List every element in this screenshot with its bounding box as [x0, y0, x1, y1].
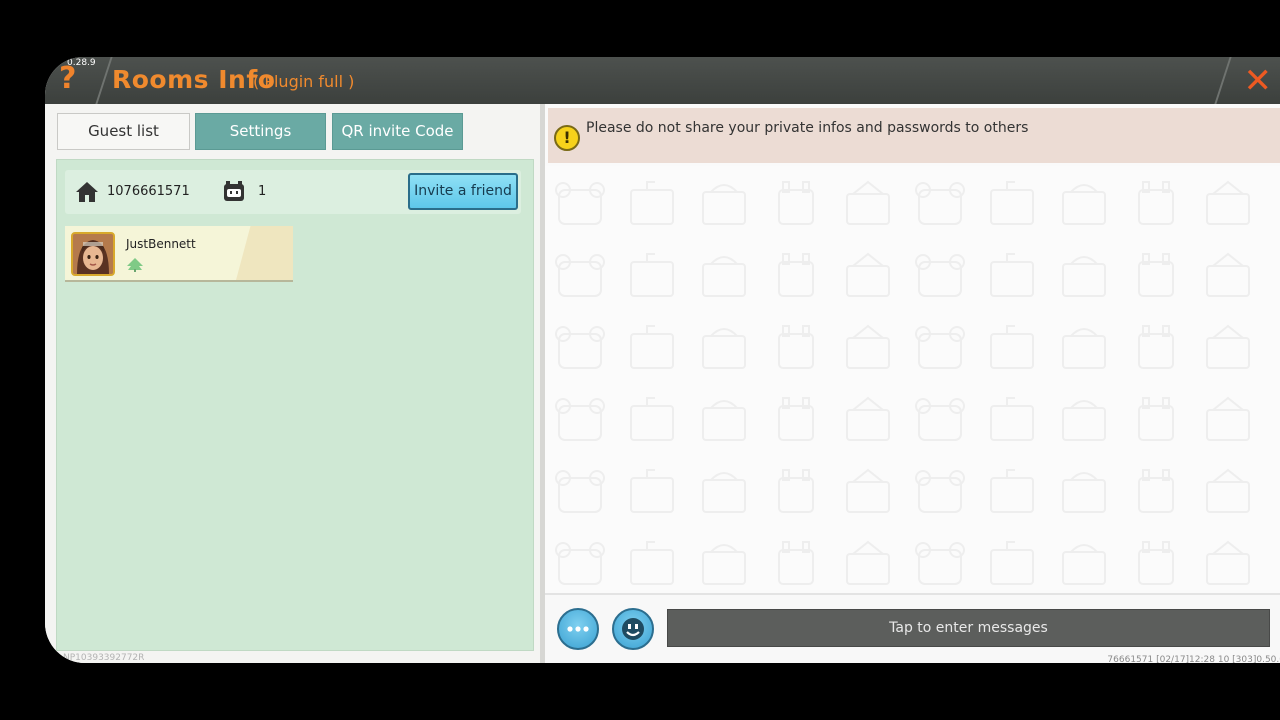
guest-panel: Guest list Settings QR invite Code 10766…	[45, 104, 540, 663]
background-pattern-icon	[553, 252, 607, 300]
background-pattern-icon	[697, 468, 751, 516]
background-pattern-icon	[1129, 252, 1183, 300]
player-name: JustBennett	[126, 237, 196, 251]
home-icon	[76, 182, 98, 202]
privacy-warning: ! Please do not share your private infos…	[548, 108, 1280, 163]
background-pattern-icon	[841, 324, 895, 372]
background-pattern-icon	[1129, 396, 1183, 444]
tab-qr-invite-code[interactable]: QR invite Code	[332, 113, 463, 150]
chat-panel: ! Please do not share your private infos…	[540, 104, 1280, 663]
background-pattern-icon	[625, 468, 679, 516]
tab-settings[interactable]: Settings	[195, 113, 326, 150]
build-id: NP10393392772R	[63, 653, 145, 663]
background-pattern-icon	[841, 252, 895, 300]
background-pattern-icon	[1129, 540, 1183, 588]
background-pattern-icon	[1201, 180, 1255, 228]
title-bar: ? 0.28.9 Rooms Info ( Plugin full ) ✕	[45, 57, 1280, 104]
background-pattern-icon	[625, 252, 679, 300]
background-pattern-icon	[913, 180, 967, 228]
background-pattern-icon	[985, 252, 1039, 300]
background-pattern-icon	[913, 540, 967, 588]
close-icon: ✕	[1243, 61, 1273, 101]
emoji-button[interactable]	[612, 608, 654, 650]
guest-list: 1076661571 1 Invite a friend JustBennett	[56, 159, 534, 651]
background-pattern-icon	[769, 468, 823, 516]
background-pattern-icon	[1057, 180, 1111, 228]
background-pattern-icon	[553, 180, 607, 228]
version-label: 0.28.9	[67, 58, 96, 68]
avatar-portrait-icon	[73, 234, 113, 274]
background-pattern-icon	[841, 540, 895, 588]
background-pattern-icon	[769, 180, 823, 228]
background-pattern-icon	[841, 396, 895, 444]
background-pattern-icon	[1129, 324, 1183, 372]
room-summary: 1076661571 1 Invite a friend	[65, 170, 521, 214]
background-pattern-icon	[1057, 540, 1111, 588]
background-pattern-icon	[1057, 468, 1111, 516]
background-pattern-icon	[1129, 468, 1183, 516]
background-pattern-icon	[1201, 252, 1255, 300]
background-pattern-icon	[913, 252, 967, 300]
background-pattern-icon	[1057, 396, 1111, 444]
background-pattern-icon	[1201, 540, 1255, 588]
background-pattern-icon	[697, 324, 751, 372]
background-pattern-icon	[553, 540, 607, 588]
card-stripe	[235, 226, 293, 280]
chat-input-bar: Tap to enter messages 76661571 [02/17]12…	[545, 593, 1280, 663]
close-button[interactable]: ✕	[1218, 57, 1280, 104]
background-pattern-icon	[1201, 324, 1255, 372]
rooms-info-dialog: ? 0.28.9 Rooms Info ( Plugin full ) ✕ Gu…	[45, 57, 1280, 663]
warning-icon: !	[554, 125, 580, 151]
background-pattern-icon	[625, 396, 679, 444]
background-pattern-icon	[769, 540, 823, 588]
smiley-icon	[622, 618, 644, 640]
background-pattern-icon	[697, 540, 751, 588]
message-input[interactable]: Tap to enter messages	[667, 609, 1270, 647]
background-pattern-icon	[1201, 468, 1255, 516]
invite-friend-button[interactable]: Invite a friend	[408, 173, 518, 210]
background-pattern-icon	[625, 324, 679, 372]
background-pattern-icon	[1129, 180, 1183, 228]
room-id: 1076661571	[107, 184, 190, 199]
background-pattern-icon	[553, 468, 607, 516]
background-pattern-icon	[985, 540, 1039, 588]
background-pattern-icon	[1057, 252, 1111, 300]
background-pattern-icon	[841, 468, 895, 516]
background-pattern-icon	[913, 396, 967, 444]
background-pattern-icon	[769, 252, 823, 300]
player-card[interactable]: JustBennett	[65, 226, 293, 282]
dialog-subtitle: ( Plugin full )	[253, 72, 355, 91]
background-pattern-icon	[697, 180, 751, 228]
background-pattern-icon	[913, 468, 967, 516]
background-pattern-icon	[985, 396, 1039, 444]
background-pattern-icon	[985, 468, 1039, 516]
background-pattern-icon	[985, 324, 1039, 372]
dialog-title: Rooms Info	[112, 65, 276, 94]
chat-messages[interactable]	[545, 166, 1280, 590]
player-count: 1	[258, 184, 267, 199]
avatar	[71, 232, 115, 276]
help-button[interactable]: ? 0.28.9	[45, 57, 103, 104]
tree-icon	[127, 258, 143, 272]
background-pattern-icon	[553, 396, 607, 444]
background-pattern-icon	[1057, 324, 1111, 372]
ellipsis-icon	[567, 626, 589, 632]
background-pattern-icon	[985, 180, 1039, 228]
background-pattern-icon	[625, 540, 679, 588]
background-pattern-icon	[769, 396, 823, 444]
background-pattern-icon	[697, 252, 751, 300]
background-pattern-icon	[697, 396, 751, 444]
player-head-icon	[224, 181, 244, 201]
status-line: 76661571 [02/17]12:28 10 [303]0.50.0	[1107, 655, 1280, 663]
background-pattern-icon	[913, 324, 967, 372]
background-pattern-icon	[625, 180, 679, 228]
tab-guest-list[interactable]: Guest list	[57, 113, 190, 150]
background-pattern-icon	[1201, 396, 1255, 444]
background-pattern-icon	[769, 324, 823, 372]
more-options-button[interactable]	[557, 608, 599, 650]
warning-text: Please do not share your private infos a…	[586, 120, 1029, 136]
background-pattern-icon	[553, 324, 607, 372]
background-pattern-icon	[841, 180, 895, 228]
